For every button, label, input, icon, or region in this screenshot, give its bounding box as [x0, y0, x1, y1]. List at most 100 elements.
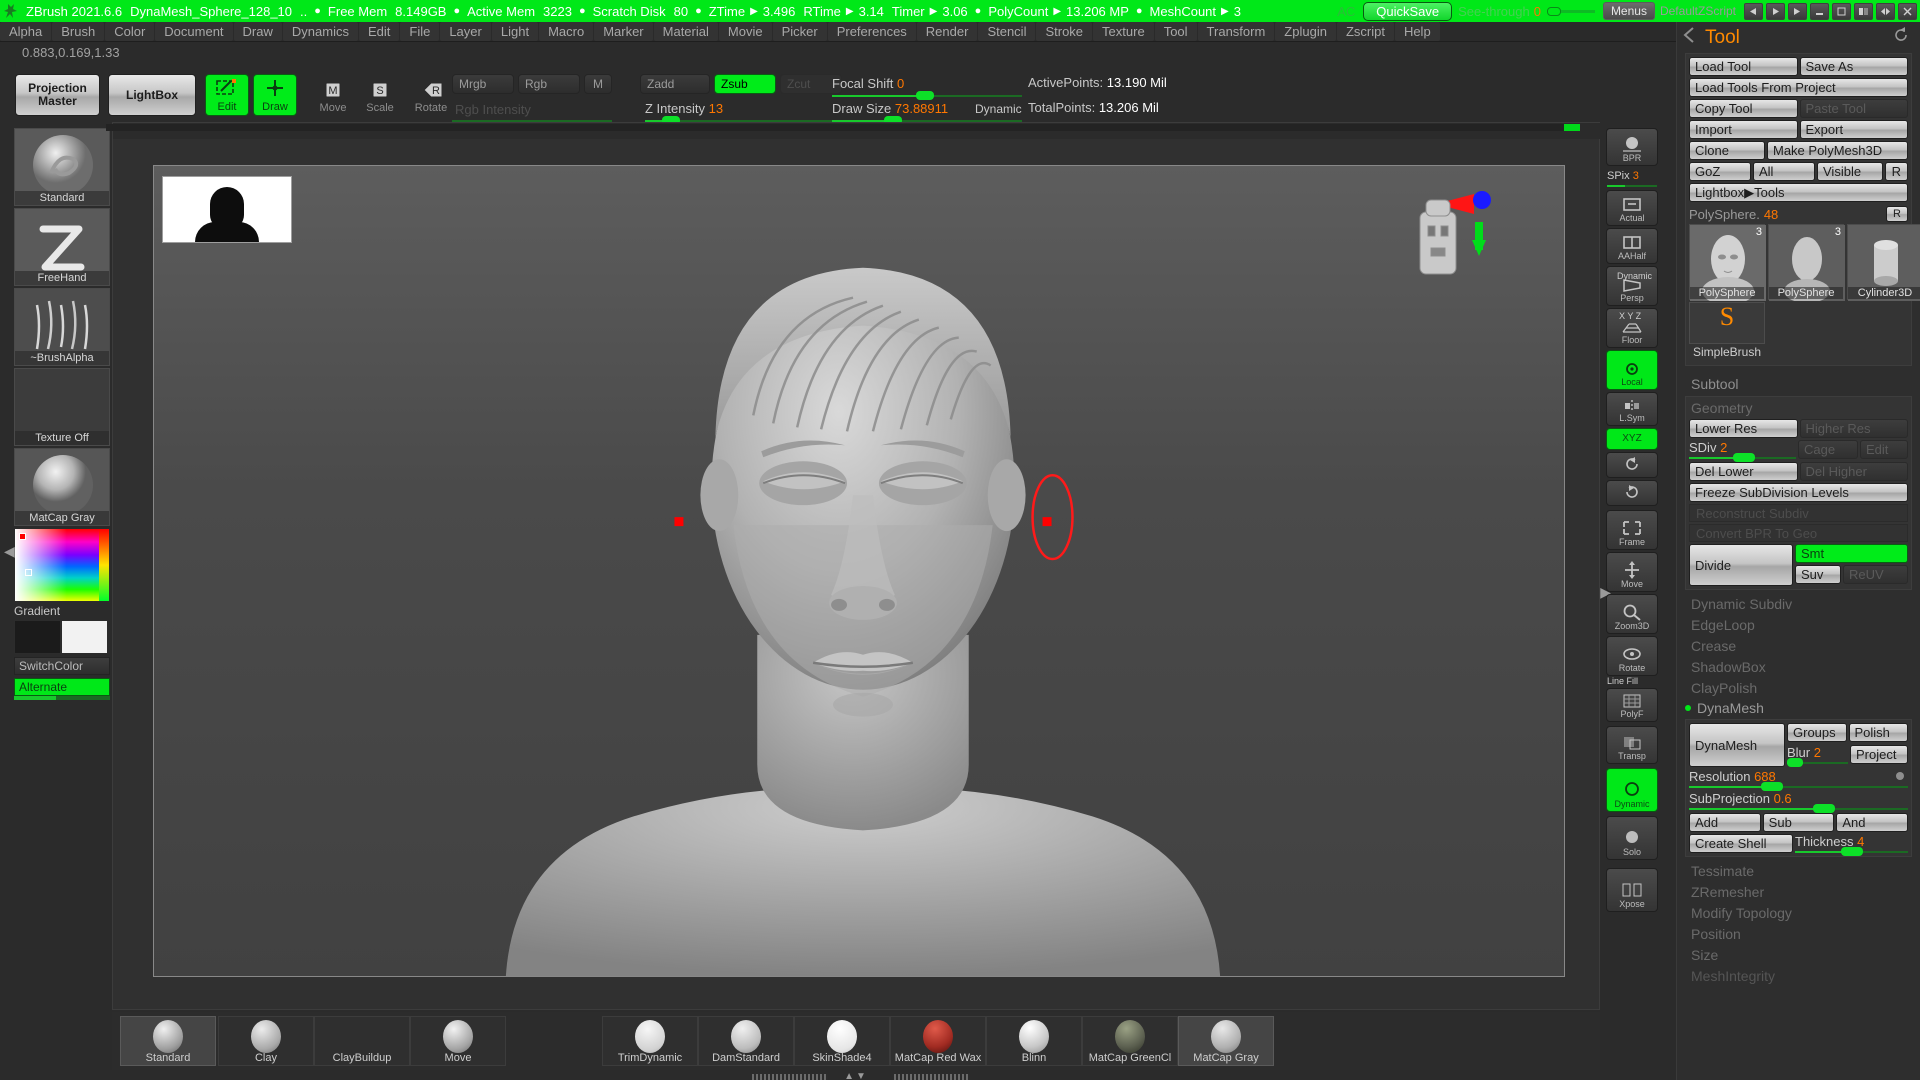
- canvas-area[interactable]: ▶: [112, 122, 1611, 1010]
- tessimate-section[interactable]: Tessimate: [1685, 863, 1912, 879]
- menu-item-zscript[interactable]: Zscript: [1336, 22, 1394, 41]
- primary-color-swatch[interactable]: [14, 620, 61, 654]
- dynamic-toggle-label[interactable]: Dynamic: [975, 102, 1022, 116]
- blur-knob[interactable]: [1787, 758, 1803, 767]
- bpr-button[interactable]: BPR: [1606, 128, 1658, 166]
- xpose-button[interactable]: Xpose: [1606, 868, 1658, 912]
- dynamesh-section-header-row[interactable]: DynaMesh: [1685, 700, 1912, 716]
- menu-item-tool[interactable]: Tool: [1154, 22, 1197, 41]
- menu-item-light[interactable]: Light: [491, 22, 539, 41]
- thickness-slider[interactable]: Thickness 4: [1795, 834, 1908, 856]
- brush-slot-standard[interactable]: Standard: [120, 1016, 216, 1066]
- menu-item-zplugin[interactable]: Zplugin: [1275, 22, 1336, 41]
- tool-thumb-polysphere-active[interactable]: 3 PolySphere: [1689, 224, 1766, 305]
- menu-item-preferences[interactable]: Preferences: [827, 22, 916, 41]
- simplebrush-thumb[interactable]: S SimpleBrush: [1689, 302, 1765, 359]
- quicksave-button[interactable]: QuickSave: [1363, 1, 1453, 21]
- rotate-view-button[interactable]: Rotate: [1606, 636, 1658, 676]
- smt-button[interactable]: Smt: [1795, 544, 1908, 563]
- switchcolor-button[interactable]: SwitchColor: [14, 657, 110, 675]
- scrollbar-thumb[interactable]: [1564, 124, 1580, 131]
- tool-thumb-polysphere-2[interactable]: 3 PolySphere: [1768, 224, 1845, 303]
- menu-item-texture[interactable]: Texture: [1093, 22, 1154, 41]
- zsub-button[interactable]: Zsub: [714, 74, 776, 94]
- suv-button[interactable]: Suv: [1795, 565, 1841, 584]
- rotate-ccw-button[interactable]: [1606, 452, 1658, 478]
- menu-item-dynamics[interactable]: Dynamics: [282, 22, 358, 41]
- blur-slider[interactable]: Blur 2: [1787, 745, 1848, 767]
- move-view-button[interactable]: Move: [1606, 552, 1658, 592]
- current-alpha-swatch[interactable]: ~BrushAlpha: [14, 288, 110, 366]
- make-polymesh3d-button[interactable]: Make PolyMesh3D: [1767, 141, 1908, 160]
- polysphere-r-button[interactable]: R: [1886, 206, 1908, 222]
- copy-tool-button[interactable]: Copy Tool: [1689, 99, 1798, 118]
- menu-item-alpha[interactable]: Alpha: [0, 22, 52, 41]
- window-layout-icon[interactable]: [1854, 2, 1873, 20]
- edgeloop-section[interactable]: EdgeLoop: [1685, 617, 1912, 633]
- focal-shift-slider-group[interactable]: Focal Shift 0: [832, 75, 1032, 100]
- menu-item-render[interactable]: Render: [916, 22, 978, 41]
- position-section[interactable]: Position: [1685, 926, 1912, 942]
- material-slot-skinshade4[interactable]: SkinShade4: [794, 1016, 890, 1066]
- lightbox-button[interactable]: LightBox: [108, 74, 196, 116]
- load-tool-button[interactable]: Load Tool: [1689, 57, 1798, 76]
- focal-shift-track[interactable]: [832, 91, 1022, 100]
- projection-master-button[interactable]: Projection Master: [15, 74, 100, 116]
- current-brush-swatch[interactable]: Standard: [14, 128, 110, 206]
- subprojection-knob[interactable]: [1813, 804, 1835, 813]
- shadowbox-section[interactable]: ShadowBox: [1685, 659, 1912, 675]
- export-button[interactable]: Export: [1799, 120, 1908, 139]
- sculpt-head-model[interactable]: [154, 166, 1564, 976]
- create-shell-button[interactable]: Create Shell: [1689, 834, 1793, 853]
- menu-item-material[interactable]: Material: [653, 22, 718, 41]
- menu-item-document[interactable]: Document: [155, 22, 233, 41]
- dynamesh-add-button[interactable]: Add: [1689, 813, 1761, 832]
- alternate-slider[interactable]: [14, 696, 110, 700]
- brush-slot-claybuildup[interactable]: ClayBuildup: [314, 1016, 410, 1066]
- mrgb-button[interactable]: Mrgb: [452, 74, 514, 94]
- menu-item-transform[interactable]: Transform: [1197, 22, 1275, 41]
- zscript-play-icon[interactable]: [1766, 2, 1785, 20]
- material-slot-matcap-gray[interactable]: MatCap Gray: [1178, 1016, 1274, 1066]
- tool-thumb-cylinder3d[interactable]: Cylinder3D: [1847, 224, 1920, 301]
- resolution-knob[interactable]: [1761, 782, 1783, 791]
- window-minimize-icon[interactable]: [1810, 2, 1829, 20]
- zremesher-section[interactable]: ZRemesher: [1685, 884, 1912, 900]
- actual-button[interactable]: Actual: [1606, 190, 1658, 226]
- color-picker[interactable]: [14, 528, 110, 602]
- goz-button[interactable]: GoZ: [1689, 162, 1751, 181]
- brushbar-resize-dots-left[interactable]: [752, 1074, 828, 1080]
- menu-item-help[interactable]: Help: [1394, 22, 1440, 41]
- default-zscript-label[interactable]: DefaultZScript: [1660, 4, 1744, 18]
- polyframe-button[interactable]: PolyF: [1606, 688, 1658, 722]
- brush-slot-clay[interactable]: Clay: [218, 1016, 314, 1066]
- canvas-horizontal-scrollbar[interactable]: [106, 124, 1580, 131]
- brushbar-resize-dots-right[interactable]: [894, 1074, 970, 1080]
- floor-axis-label[interactable]: X Y Z: [1619, 311, 1641, 321]
- rotate-button[interactable]: R Rotate: [409, 76, 453, 116]
- secondary-color-swatch[interactable]: [61, 620, 108, 654]
- thickness-knob[interactable]: [1841, 847, 1863, 856]
- menu-item-picker[interactable]: Picker: [772, 22, 827, 41]
- color-hue-strip[interactable]: [99, 529, 109, 601]
- load-tools-from-project-button[interactable]: Load Tools From Project: [1689, 78, 1908, 97]
- menu-item-marker[interactable]: Marker: [594, 22, 653, 41]
- solo-button[interactable]: Solo: [1606, 816, 1658, 860]
- goz-all-button[interactable]: All: [1753, 162, 1815, 181]
- resolution-track[interactable]: [1689, 782, 1908, 791]
- sdiv-knob[interactable]: [1733, 453, 1755, 462]
- persp-dynamic-label[interactable]: Dynamic: [1617, 271, 1652, 281]
- resolution-slider[interactable]: Resolution 688: [1689, 769, 1908, 791]
- left-tray-expand-icon[interactable]: ◀: [4, 543, 15, 560]
- lower-res-button[interactable]: Lower Res: [1689, 419, 1798, 438]
- rgb-button[interactable]: Rgb: [518, 74, 580, 94]
- sdiv-slider[interactable]: SDiv 2: [1689, 440, 1796, 462]
- dynamesh-sub-button[interactable]: Sub: [1762, 813, 1835, 832]
- reset-palette-icon[interactable]: [1892, 26, 1920, 49]
- size-section[interactable]: Size: [1685, 947, 1912, 963]
- geometry-section-header[interactable]: Geometry: [1689, 400, 1908, 416]
- local-button[interactable]: Local: [1606, 350, 1658, 390]
- menu-item-stencil[interactable]: Stencil: [978, 22, 1036, 41]
- zscript-next-icon[interactable]: [1788, 2, 1807, 20]
- dynamesh-button[interactable]: DynaMesh: [1689, 723, 1785, 767]
